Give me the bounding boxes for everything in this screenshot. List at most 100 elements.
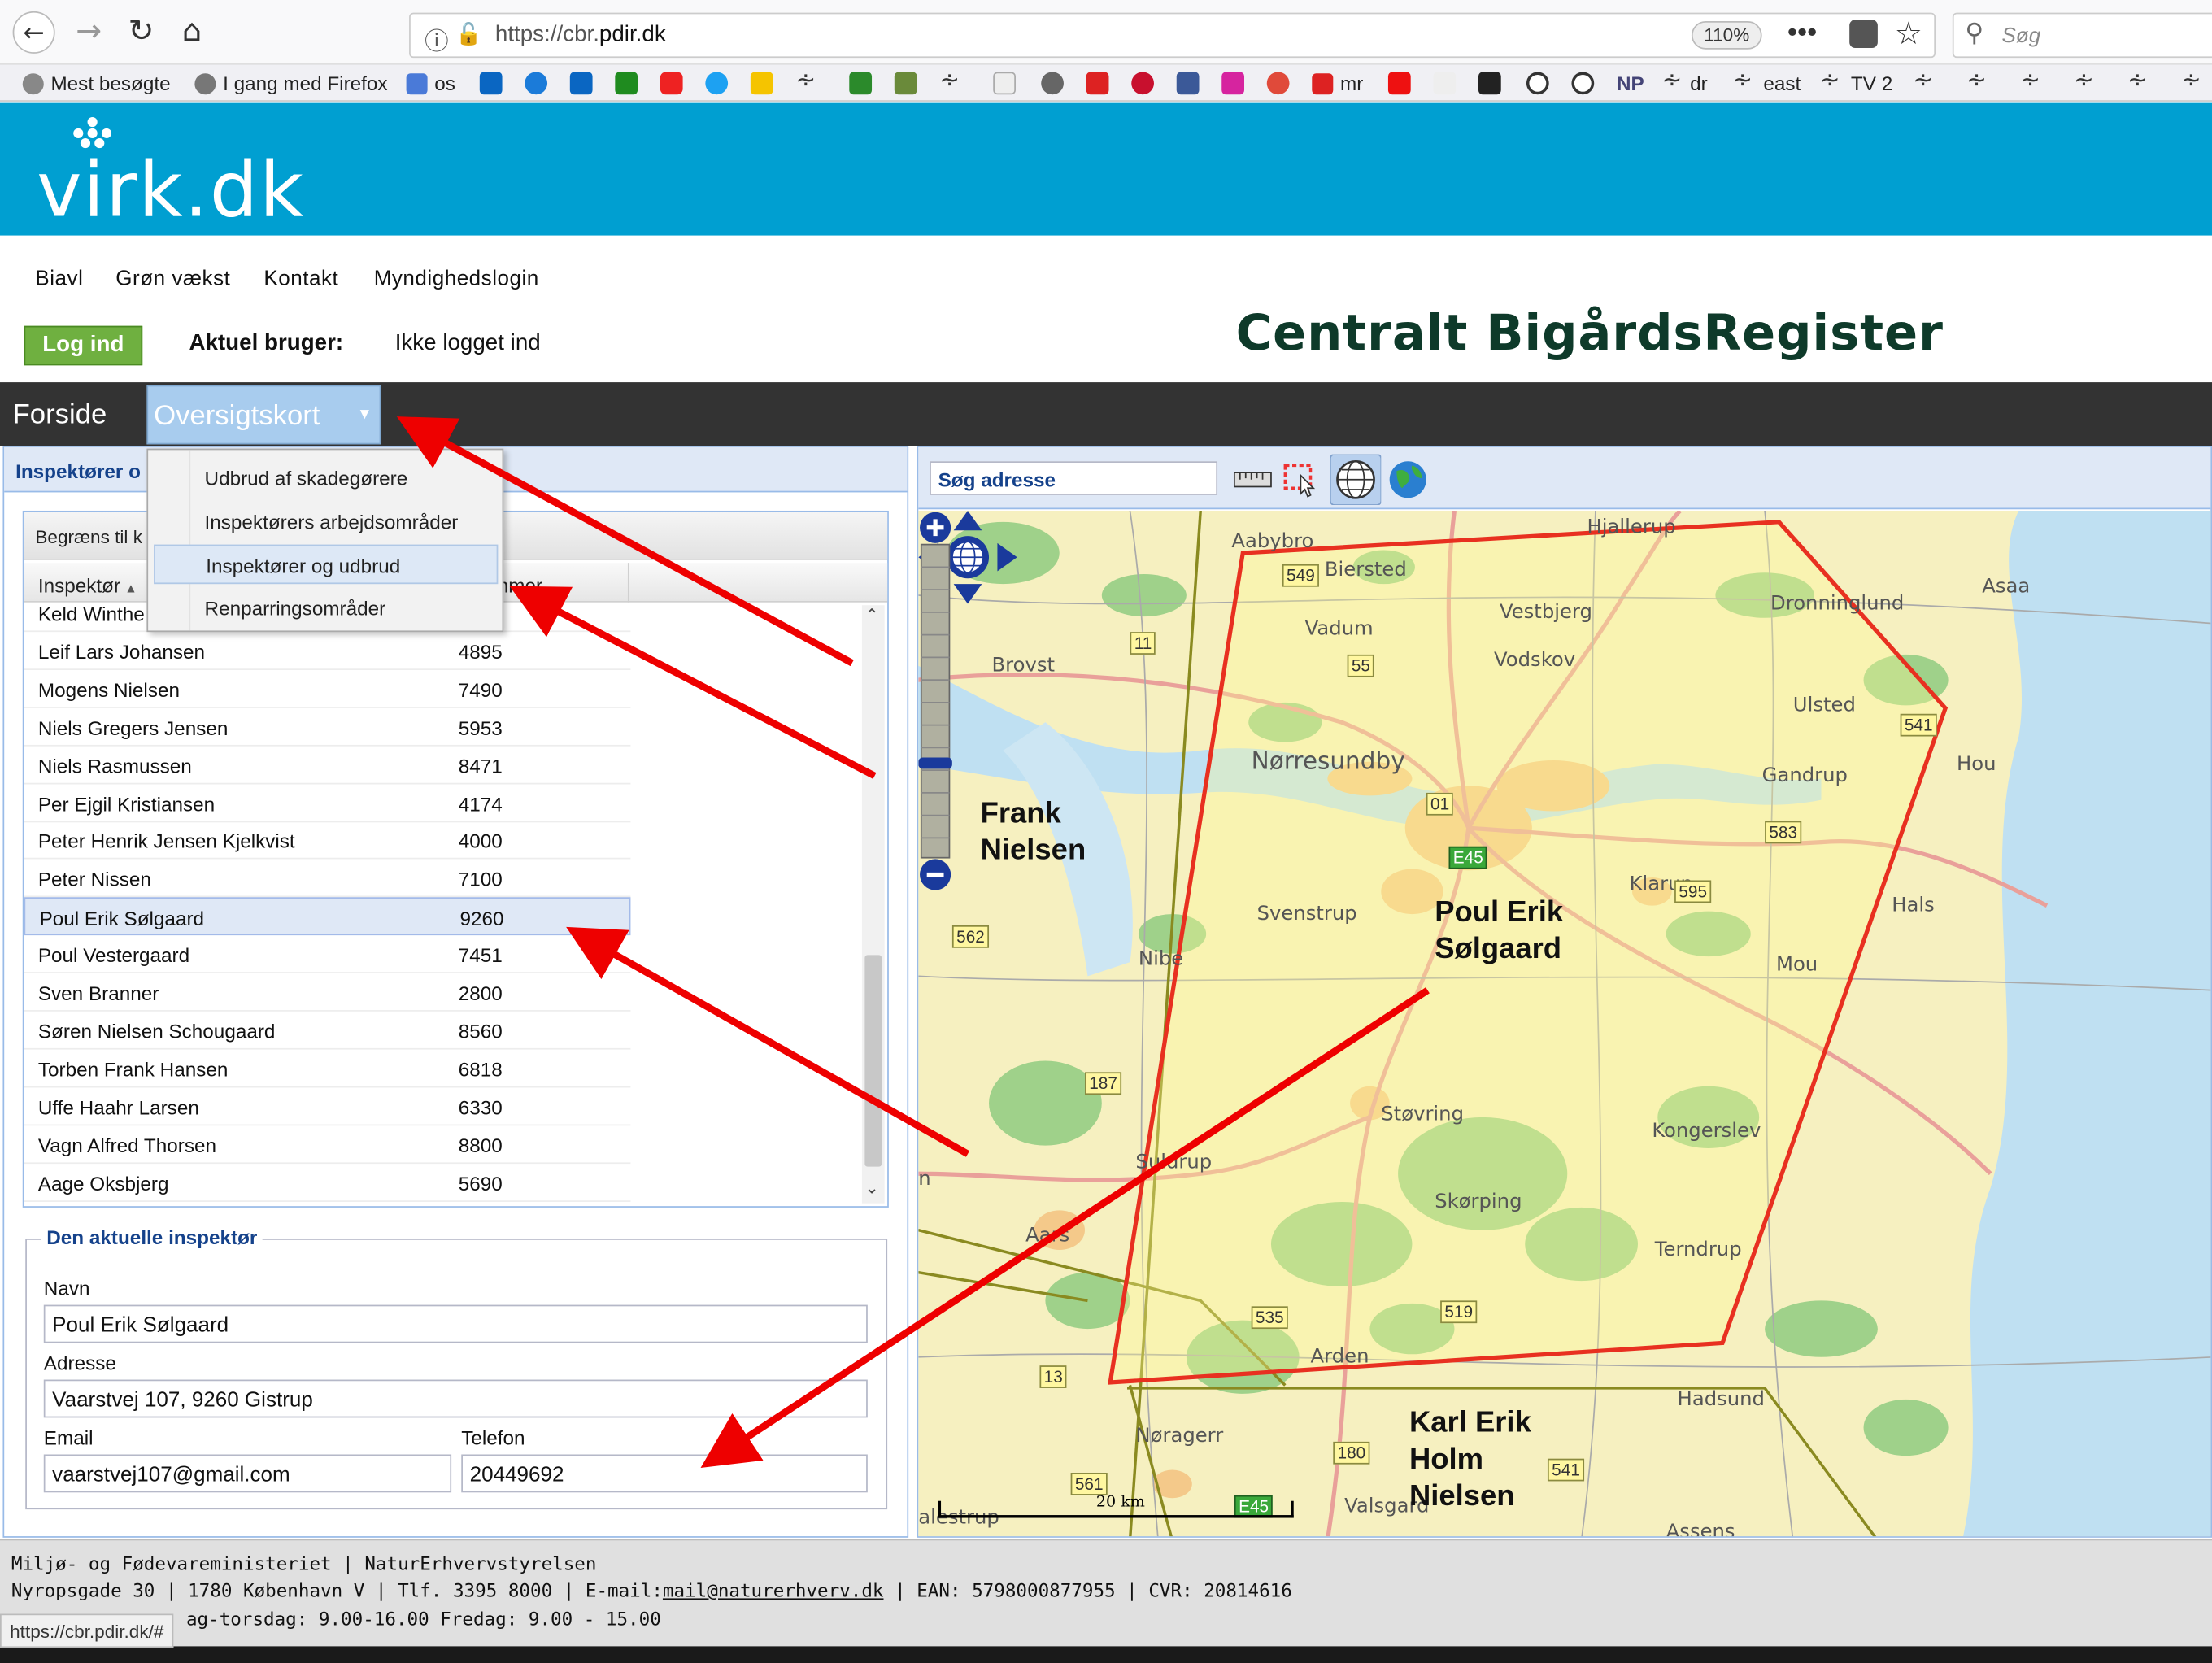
bookmark-dr[interactable]: dr — [1690, 71, 1708, 96]
google-plus-icon[interactable] — [1266, 72, 1290, 95]
table-row[interactable]: Sven Branner 2800 — [24, 973, 631, 1012]
scrollbar-thumb[interactable] — [864, 955, 882, 1167]
ekstrabladet-icon[interactable] — [1086, 72, 1109, 95]
table-row[interactable]: Søren Nielsen Schougaard 8560 — [24, 1012, 631, 1050]
bookmark-np[interactable]: NP — [1617, 71, 1644, 96]
table-row[interactable]: Poul Erik Sølgaard 9260 — [24, 897, 631, 936]
table-row[interactable]: Torben Frank Hansen 6818 — [24, 1049, 631, 1088]
rss-icon[interactable]: ∻ — [2074, 67, 2094, 95]
pinterest-icon[interactable] — [1131, 72, 1154, 95]
instagram-icon[interactable] — [1221, 72, 1245, 95]
rss-icon[interactable]: ∻ — [2181, 67, 2201, 95]
home-icon[interactable]: ⌂ — [171, 11, 213, 54]
facebook-icon[interactable] — [1176, 72, 1200, 95]
bookmark-getting-started[interactable]: I gang med Firefox — [194, 71, 388, 96]
dr-icon[interactable] — [750, 72, 773, 95]
table-row[interactable]: Poul Vestergaard 7451 — [24, 935, 631, 974]
email-field[interactable]: vaarstvej107@gmail.com — [43, 1454, 452, 1493]
rss-icon[interactable]: ∻ — [1661, 67, 1682, 95]
bookmark-os[interactable]: os — [406, 71, 455, 96]
name-field[interactable]: Poul Erik Sølgaard — [43, 1304, 868, 1343]
phone-field[interactable]: 20449692 — [461, 1454, 868, 1493]
nav-kontakt[interactable]: Kontakt — [263, 267, 338, 290]
area-label-karl-erik-holm-nielsen[interactable]: Karl Erik Holm Nielsen — [1409, 1405, 1531, 1515]
nav-myndighedslogin[interactable]: Myndighedslogin — [374, 267, 539, 290]
bookmark-most-visited[interactable]: Mest besøgte — [22, 71, 171, 96]
table-row[interactable]: Niels Rasmussen 8471 — [24, 746, 631, 784]
menu-oversigtskort[interactable]: Oversigtskort ▼ — [146, 385, 381, 445]
map-zoom-bar[interactable] — [918, 511, 952, 891]
onedrive-icon[interactable] — [525, 72, 548, 95]
select-area-icon[interactable] — [1279, 459, 1322, 501]
table-row[interactable]: Mogens Nielsen 7490 — [24, 670, 631, 708]
info-icon[interactable]: ⓘ — [425, 21, 448, 57]
dropdown-item-arbejdsomrader[interactable]: Inspektørers arbejdsområder — [154, 503, 498, 542]
site-icon[interactable] — [993, 72, 1016, 95]
bookmark-star-icon[interactable]: ☆ — [1895, 17, 1922, 52]
rss-icon[interactable]: ∻ — [1913, 67, 1933, 95]
flickr-icon[interactable] — [1433, 72, 1457, 95]
chevron-up-icon[interactable]: ⌃ — [864, 605, 878, 625]
chevron-down-icon[interactable]: ⌄ — [864, 1178, 878, 1197]
area-label-poul-erik-solgaard[interactable]: Poul Erik Sølgaard — [1435, 895, 1563, 968]
globe-grid-icon[interactable] — [1330, 454, 1382, 506]
address-search-input[interactable]: Søg adresse — [930, 461, 1218, 495]
rss-icon[interactable]: ∻ — [939, 67, 960, 95]
map-canvas[interactable]: Aabybro Biersted Hjallerup Asaa Vadum Ve… — [918, 510, 2211, 1537]
url-bar[interactable]: ⓘ 🔓 https://cbr.pdir.dk 110% ••• ☆ — [409, 12, 1936, 59]
youshot-icon[interactable] — [1478, 72, 1501, 95]
footer-email-link[interactable]: mail@naturerhverv.dk — [663, 1582, 884, 1603]
site-icon[interactable] — [1387, 72, 1411, 95]
youtube-icon[interactable] — [660, 72, 683, 95]
outlook-icon[interactable] — [569, 72, 593, 95]
five-icon[interactable] — [1526, 72, 1549, 95]
forward-arrow-icon[interactable]: → — [67, 11, 110, 54]
more-icon[interactable]: ••• — [1787, 17, 1817, 50]
outlook-icon[interactable] — [479, 72, 503, 95]
globe-icon[interactable] — [1041, 72, 1064, 95]
rss-icon[interactable]: ∻ — [1966, 67, 1987, 95]
table-row[interactable]: Per Ejgil Kristiansen 4174 — [24, 784, 631, 822]
dropdown-item-udbrud[interactable]: Udbrud af skadegørere — [154, 459, 498, 498]
nn-icon[interactable] — [849, 72, 873, 95]
login-button[interactable]: Log ind — [24, 325, 143, 366]
bookmark-east[interactable]: east — [1763, 71, 1801, 96]
table-row[interactable]: Aage Oksbjerg 5690 — [24, 1163, 631, 1202]
grid-scrollbar[interactable]: ⌃ ⌄ — [861, 605, 885, 1204]
lock-icon[interactable]: 🔓 — [455, 21, 481, 46]
earth-icon[interactable] — [1387, 459, 1429, 501]
table-row[interactable]: Niels Gregers Jensen 5953 — [24, 707, 631, 747]
dropdown-item-renparring[interactable]: Renparringsområder — [154, 588, 498, 628]
reload-icon[interactable]: ↻ — [120, 11, 162, 54]
dropdown-item-inspektorer-og-udbrud[interactable]: Inspektører og udbrud — [154, 544, 499, 585]
nav-biavl[interactable]: Biavl — [35, 267, 83, 290]
rss-icon[interactable]: ∻ — [1820, 67, 1840, 95]
area-label-frank-nielsen[interactable]: Frank Nielsen — [981, 795, 1086, 869]
measure-ruler-icon[interactable] — [1231, 459, 1274, 501]
bookmark-mr[interactable]: mr — [1312, 71, 1363, 96]
nav-gron-vaekst[interactable]: Grøn vækst — [115, 267, 230, 290]
back-arrow-icon[interactable]: ← — [12, 11, 55, 54]
table-row[interactable]: Vagn Alfred Thorsen 8800 — [24, 1125, 631, 1164]
twitter-icon[interactable] — [705, 72, 729, 95]
menu-forside[interactable]: Forside — [13, 399, 107, 432]
site-logo[interactable]: virk.dk — [37, 146, 305, 234]
address-field[interactable]: Vaarstvej 107, 9260 Gistrup — [43, 1379, 868, 1418]
table-row[interactable]: Leif Lars Johansen 4895 — [24, 632, 631, 670]
table-row[interactable]: Peter Nissen 7100 — [24, 860, 631, 898]
five-icon[interactable] — [1571, 72, 1595, 95]
zoom-level[interactable]: 110% — [1691, 21, 1762, 50]
pocket-icon[interactable] — [1849, 20, 1878, 48]
bookmark-tv2[interactable]: TV 2 — [1851, 71, 1892, 96]
table-row[interactable]: Uffe Haahr Larsen 6330 — [24, 1087, 631, 1125]
rss-icon[interactable]: ∻ — [2020, 67, 2040, 95]
table-row[interactable]: Peter Henrik Jensen Kjelkvist 4000 — [24, 821, 631, 860]
rss-icon[interactable]: ∻ — [795, 67, 816, 95]
url-text[interactable]: https://cbr.pdir.dk — [495, 23, 666, 48]
tv1-icon[interactable] — [615, 72, 638, 95]
rss-icon[interactable]: ∻ — [2127, 67, 2148, 95]
browser-search[interactable]: ⚲ Søg — [1952, 12, 2212, 59]
site-icon[interactable] — [894, 72, 917, 95]
column-header-inspector[interactable]: Inspektør ▲ — [38, 574, 137, 597]
rss-icon[interactable]: ∻ — [1732, 67, 1753, 95]
